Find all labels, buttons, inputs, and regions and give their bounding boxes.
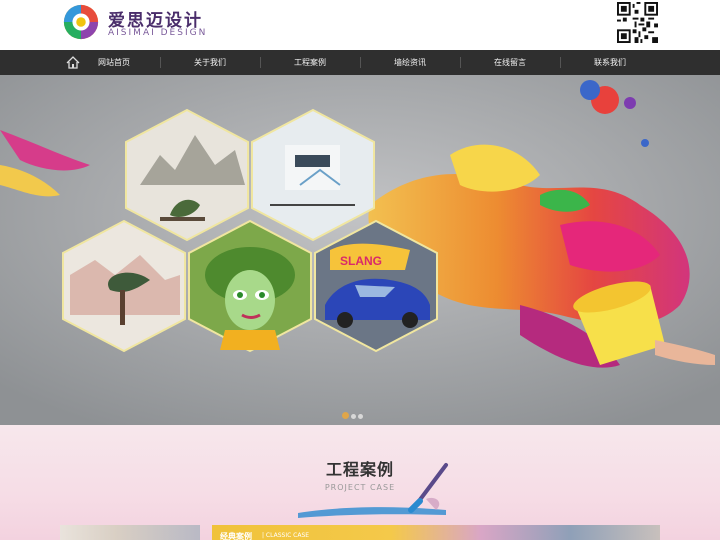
classic-case-banner[interactable]: 经典案例 | CLASSIC CASE [212,525,660,540]
site-header: 爱思迈设计 AISIMAI DESIGN [0,0,720,50]
nav-divider [460,57,461,68]
main-nav: 网站首页 关于我们 工程案例 墙绘资讯 在线留言 联系我们 [0,50,720,75]
section-subtitle: PROJECT CASE [324,483,396,492]
nav-divider [160,57,161,68]
project-section: 工程案例 PROJECT CASE 经典案例 | CLASSIC CASE [0,425,720,540]
nav-item-contact[interactable]: 联系我们 [565,50,655,75]
nav-item-message[interactable]: 在线留言 [465,50,555,75]
banner-artwork: SLANG [0,75,720,425]
nav-item-home[interactable]: 网站首页 [69,50,159,75]
svg-text:SLANG: SLANG [340,254,382,268]
carousel-dot[interactable] [342,412,349,419]
carousel-dot[interactable] [351,414,356,419]
qr-code-icon [617,2,658,43]
nav-item-news[interactable]: 墙绘资讯 [365,50,455,75]
nav-item-about[interactable]: 关于我们 [165,50,255,75]
logo-icon[interactable] [62,3,100,41]
carousel-dot[interactable] [358,414,363,419]
nav-item-cases[interactable]: 工程案例 [265,50,355,75]
nav-divider [260,57,261,68]
case-thumbnail[interactable] [60,525,200,540]
classic-case-label-en: | CLASSIC CASE [262,532,310,539]
nav-divider [360,57,361,68]
section-title: 工程案例 [325,460,394,479]
logo-subtitle: AISIMAI DESIGN [108,28,208,38]
carousel-dots [342,404,365,419]
hero-banner[interactable]: SLANG [0,75,720,425]
nav-divider [560,57,561,68]
classic-case-label: 经典案例 [220,532,252,540]
